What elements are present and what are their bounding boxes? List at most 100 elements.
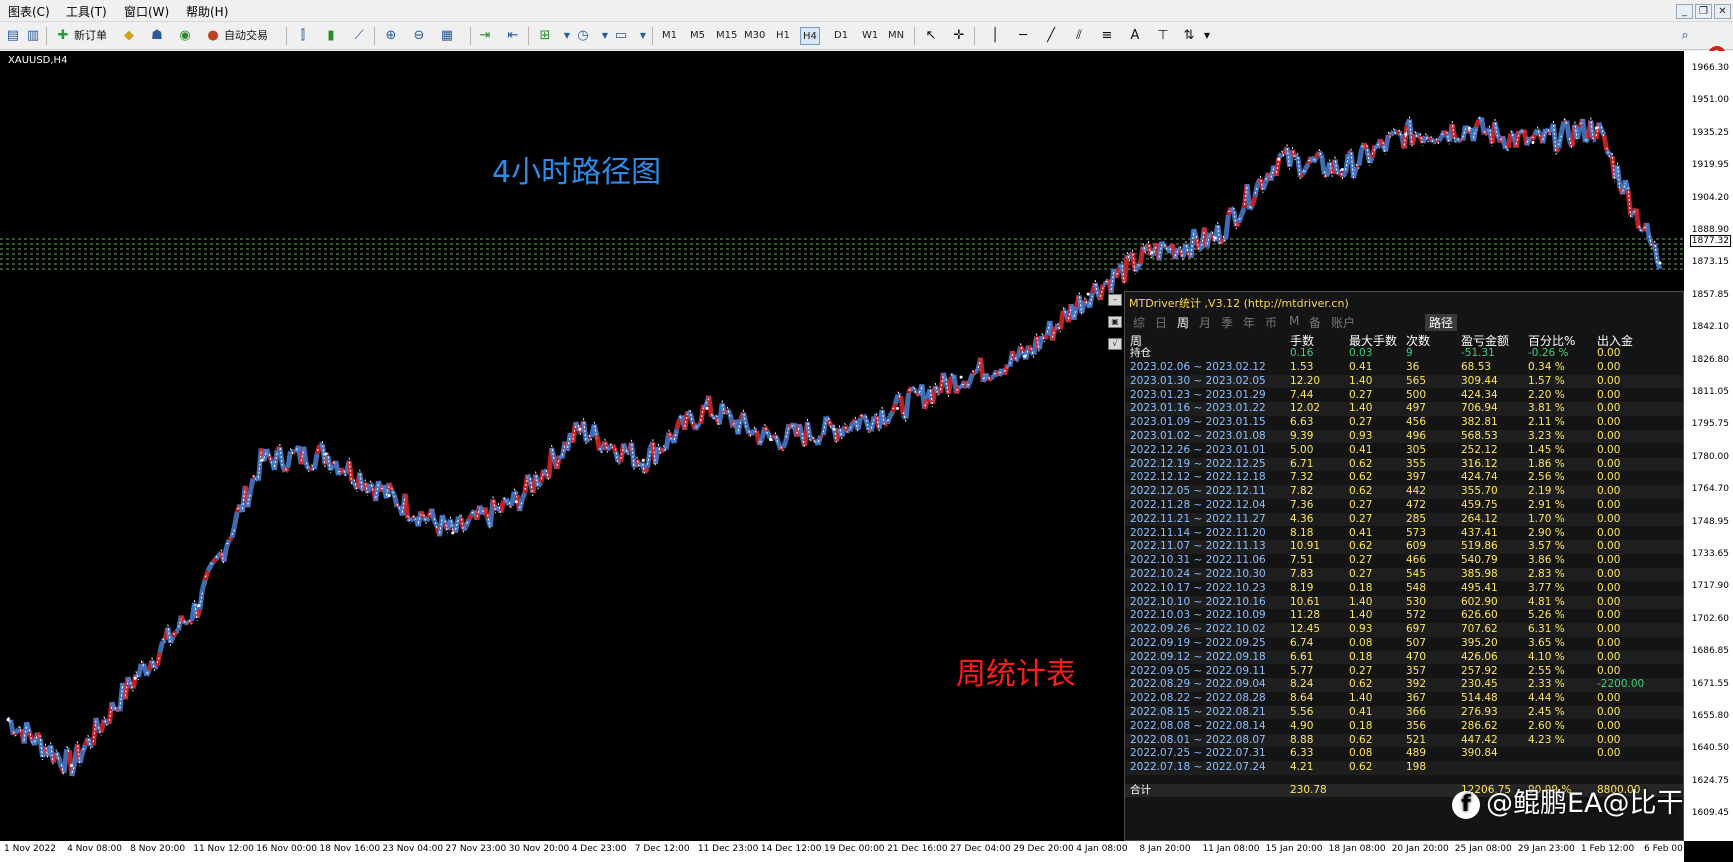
table-row[interactable]: 2023.02.06 ~ 2023.02.12 1.53 0.41 36 68.53 0.…	[1125, 361, 1683, 374]
line-chart-icon[interactable]: ⟋	[350, 27, 368, 45]
panel-restore-button[interactable]: ▣	[1108, 316, 1122, 328]
chart-shift-icon[interactable]: ⇤	[504, 27, 522, 45]
row-deposit: 0.00	[1597, 526, 1621, 539]
table-row[interactable]: 2022.08.15 ~ 2022.08.21 5.56 0.41 366 276.93…	[1125, 706, 1683, 720]
crosshair-icon[interactable]: ✛	[950, 27, 968, 45]
tab-currency[interactable]: 币	[1265, 314, 1277, 331]
new-order-icon[interactable]: ✚	[54, 27, 72, 45]
vertical-line-icon[interactable]: │	[986, 27, 1004, 45]
auto-scroll-icon[interactable]: ⇥	[476, 27, 494, 45]
table-row[interactable]: 2022.08.29 ~ 2022.09.04 8.24 0.62 392 230.45…	[1125, 678, 1683, 692]
zoom-in-icon[interactable]: ⊕	[382, 27, 400, 45]
restore-button[interactable]: ❐	[1695, 4, 1712, 19]
auto-trade-button[interactable]: 自动交易	[224, 26, 268, 46]
tab-day[interactable]: 日	[1155, 314, 1167, 331]
minimize-button[interactable]: _	[1676, 4, 1693, 19]
timeframe-mn[interactable]: MN	[886, 27, 906, 45]
tab-account[interactable]: 账户	[1331, 314, 1355, 331]
metaeditor-icon[interactable]: ◆	[120, 27, 138, 45]
table-row[interactable]: 2022.08.22 ~ 2022.08.28 8.64 1.40 367 514.48…	[1125, 692, 1683, 705]
periods-icon[interactable]: ◷	[574, 27, 592, 45]
table-row[interactable]: 2022.10.03 ~ 2022.10.09 11.28 1.40 572 626.6…	[1125, 609, 1683, 622]
templates-icon[interactable]: ▭	[612, 27, 630, 45]
market-watch-icon[interactable]: ◉	[176, 27, 194, 45]
row-max-lots: 0.27	[1349, 388, 1373, 401]
zoom-out-icon[interactable]: ⊖	[410, 27, 428, 45]
chart-area[interactable]: XAUUSD,H4 4小时路径图 周统计表 1877.32 1966.30 195…	[0, 51, 1733, 862]
timeframe-h1[interactable]: H1	[774, 27, 792, 45]
tab-summary[interactable]: 综	[1133, 314, 1145, 331]
table-row[interactable]: 2023.01.09 ~ 2023.01.15 6.63 0.27 456 382.81…	[1125, 416, 1683, 429]
panel-minimize-button[interactable]: –	[1108, 294, 1122, 306]
row-profit: 286.62	[1461, 719, 1498, 732]
menu-chart[interactable]: 图表(C)	[8, 3, 50, 20]
table-row[interactable]: 2022.07.25 ~ 2022.07.31 6.33 0.08 489 390.84…	[1125, 747, 1683, 760]
fibonacci-icon[interactable]: ≡	[1098, 27, 1116, 45]
timeframe-d1[interactable]: D1	[832, 27, 850, 45]
table-row[interactable]: 2022.07.18 ~ 2022.07.24 4.21 0.62 198	[1125, 761, 1683, 775]
menu-window[interactable]: 窗口(W)	[124, 3, 169, 20]
table-row[interactable]: 2023.01.16 ~ 2023.01.22 12.02 1.40 497 706.9…	[1125, 402, 1683, 416]
table-row[interactable]: 2023.01.30 ~ 2023.02.05 12.20 1.40 565 309.4…	[1125, 374, 1683, 389]
table-row[interactable]: 2022.09.12 ~ 2022.09.18 6.61 0.18 470 426.06…	[1125, 650, 1683, 665]
timeframe-m15[interactable]: M15	[714, 27, 739, 45]
channel-icon[interactable]: ⫽	[1070, 27, 1088, 45]
table-row[interactable]: 2022.10.31 ~ 2022.11.06 7.51 0.27 466 540.79…	[1125, 554, 1683, 567]
menu-help[interactable]: 帮助(H)	[186, 3, 228, 20]
holding-row[interactable]: 持仓 0.16 0.03 9 -51.31 -0.26 % 0.00	[1125, 347, 1683, 360]
horizontal-line-icon[interactable]: ─	[1014, 27, 1032, 45]
table-row[interactable]: 2022.08.08 ~ 2022.08.14 4.90 0.18 356 286.62…	[1125, 720, 1683, 733]
table-row[interactable]: 2022.09.19 ~ 2022.09.25 6.74 0.08 507 395.20…	[1125, 637, 1683, 650]
arrows-icon[interactable]: ⇅	[1180, 27, 1198, 45]
indicators-icon[interactable]: ⊞	[536, 27, 554, 45]
auto-trade-icon[interactable]: ●	[204, 27, 222, 45]
table-row[interactable]: 2022.08.01 ~ 2022.08.07 8.88 0.62 521 447.42…	[1125, 733, 1683, 747]
table-row[interactable]: 2022.11.07 ~ 2022.11.13 10.91 0.62 609 519.8…	[1125, 540, 1683, 554]
menu-tools[interactable]: 工具(T)	[66, 3, 107, 20]
new-order-button[interactable]: 新订单	[74, 26, 107, 46]
tab-week[interactable]: 周	[1177, 314, 1189, 331]
panel-check-button[interactable]: √	[1108, 338, 1122, 350]
table-row[interactable]: 2022.12.26 ~ 2023.01.01 5.00 0.41 305 252.12…	[1125, 444, 1683, 457]
table-row[interactable]: 2023.01.02 ~ 2023.01.08 9.39 0.93 496 568.53…	[1125, 430, 1683, 444]
table-row[interactable]: 2022.09.05 ~ 2022.09.11 5.77 0.27 357 257.92…	[1125, 665, 1683, 678]
timeframe-m5[interactable]: M5	[688, 27, 707, 45]
table-row[interactable]: 2022.11.28 ~ 2022.12.04 7.36 0.27 472 459.75…	[1125, 499, 1683, 512]
navigator-icon[interactable]: ☗	[148, 27, 166, 45]
table-row[interactable]: 2022.12.19 ~ 2022.12.25 6.71 0.62 355 316.12…	[1125, 457, 1683, 471]
chevron-down-icon[interactable]: ▼	[1198, 27, 1216, 45]
timeframe-m1[interactable]: M1	[660, 27, 679, 45]
timeframe-m30[interactable]: M30	[742, 27, 767, 45]
table-row[interactable]: 2022.09.26 ~ 2022.10.02 12.45 0.93 697 707.6…	[1125, 623, 1683, 637]
cursor-icon[interactable]: ↖	[922, 27, 940, 45]
tab-magic[interactable]: M	[1289, 314, 1299, 328]
text-label-icon[interactable]: ⊤	[1154, 27, 1172, 45]
timeframe-w1[interactable]: W1	[860, 27, 880, 45]
tab-month[interactable]: 月	[1199, 314, 1211, 331]
table-row[interactable]: 2022.10.24 ~ 2022.10.30 7.83 0.27 545 385.98…	[1125, 568, 1683, 582]
timeframe-h4[interactable]: H4	[800, 27, 820, 45]
table-row[interactable]: 2022.10.17 ~ 2022.10.23 8.19 0.18 548 495.41…	[1125, 582, 1683, 595]
search-icon[interactable]: ⌕	[1676, 27, 1694, 45]
tab-notes[interactable]: 备	[1309, 314, 1321, 331]
tab-route[interactable]: 路径	[1425, 314, 1458, 331]
tab-quarter[interactable]: 季	[1221, 314, 1233, 331]
table-row[interactable]: 2022.11.14 ~ 2022.11.20 8.18 0.41 573 437.41…	[1125, 527, 1683, 540]
bar-chart-icon[interactable]: ⫿	[294, 27, 312, 45]
profiles-icon[interactable]: ▥	[24, 27, 42, 45]
table-row[interactable]: 2022.12.05 ~ 2022.12.11 7.82 0.62 442 355.70…	[1125, 485, 1683, 499]
candlestick-icon[interactable]: ▮	[322, 27, 340, 45]
tile-windows-icon[interactable]: ▦	[438, 27, 456, 45]
trendline-icon[interactable]: ╱	[1042, 27, 1060, 45]
table-row[interactable]: 2022.11.21 ~ 2022.11.27 4.36 0.27 285 264.12…	[1125, 512, 1683, 527]
table-row[interactable]: 2022.12.12 ~ 2022.12.18 7.32 0.62 397 424.74…	[1125, 471, 1683, 484]
chevron-down-icon[interactable]: ▼	[634, 27, 652, 45]
row-period: 2022.12.26 ~ 2023.01.01	[1130, 443, 1266, 456]
close-button[interactable]: ✕	[1714, 4, 1731, 19]
text-tool-button[interactable]: A	[1126, 27, 1144, 45]
tab-year[interactable]: 年	[1243, 314, 1255, 331]
new-chart-icon[interactable]: ▤	[4, 27, 22, 45]
table-row[interactable]: 2022.10.10 ~ 2022.10.16 10.61 1.40 530 602.9…	[1125, 595, 1683, 609]
watermark-text: @鲲鹏EA@比干	[1486, 788, 1684, 819]
table-row[interactable]: 2023.01.23 ~ 2023.01.29 7.44 0.27 500 424.34…	[1125, 389, 1683, 402]
